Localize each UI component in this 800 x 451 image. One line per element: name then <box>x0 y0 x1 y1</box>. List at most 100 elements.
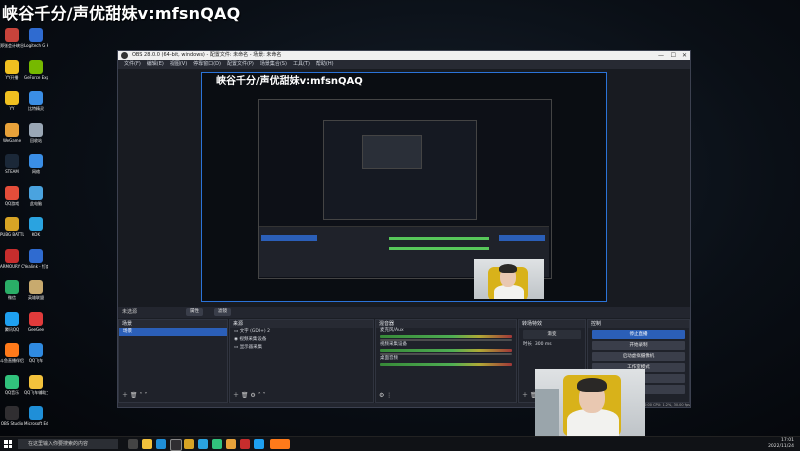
maximize-icon[interactable]: ☐ <box>671 51 676 60</box>
preview-overlay-title: 峡谷千分/声优甜妹v:mfsnQAQ <box>216 76 363 87</box>
app-taskbar-icon[interactable] <box>212 439 222 449</box>
app-icon <box>5 343 19 357</box>
volume-slider[interactable] <box>380 353 512 355</box>
nested-scene-selected <box>261 235 317 241</box>
nested-preview-3 <box>362 135 422 169</box>
volume-slider[interactable] <box>380 339 512 341</box>
app-icon <box>29 59 43 74</box>
menu-item[interactable]: 停靠窗口(D) <box>193 61 221 67</box>
desktop-icon-label: 腾讯QQ <box>4 326 20 332</box>
taskbar-search-box[interactable]: 在这里输入你要搜索的内容 <box>18 439 118 449</box>
system-clock[interactable]: 17:01 2022/11/24 <box>768 438 794 450</box>
app-icon <box>5 248 19 263</box>
menu-item[interactable]: 工具(T) <box>293 61 310 67</box>
nested-meter-1 <box>389 237 489 240</box>
audio-controls[interactable]: ⚙ ⋮ <box>379 392 392 399</box>
desktop-icon[interactable]: PUBG BATTLEGR... <box>0 217 24 237</box>
app-taskbar-icon[interactable] <box>184 439 194 449</box>
desktop-icon[interactable]: QQ音乐 <box>0 374 24 395</box>
app-icon <box>5 374 19 389</box>
scenes-dock: 场景 场景 ＋ 🗑 ˄ ˅ <box>118 319 228 403</box>
desktop-icon-label: WeGame <box>2 137 22 143</box>
task-view-icon[interactable] <box>128 439 138 449</box>
app-taskbar-icon[interactable] <box>226 439 236 449</box>
windows-start-icon[interactable] <box>4 440 12 448</box>
desktop-icon[interactable]: 郑张会计峡谷 <box>0 28 24 48</box>
audio-meter <box>380 363 512 366</box>
app-icon <box>29 217 43 231</box>
desktop-icon-label: YY <box>9 106 15 111</box>
desktop-icon[interactable]: 网络 <box>24 154 48 174</box>
app-icon <box>5 28 19 42</box>
duration-row: 时长 300 ms <box>523 342 552 347</box>
properties-button[interactable]: 属性 <box>186 308 203 316</box>
desktop-icon[interactable]: Microsoft Edge <box>24 406 48 426</box>
menu-item[interactable]: 视图(V) <box>170 61 187 67</box>
desktop-icon[interactable]: 英雄联盟 <box>24 280 48 300</box>
scenes-controls[interactable]: ＋ 🗑 ˄ ˅ <box>122 390 147 399</box>
desktop-icon[interactable]: WeGame <box>0 122 24 143</box>
audio-channel-name: 视频采集设备 <box>380 342 407 347</box>
obs-menubar: 文件(F) 编辑(E) 视图(V) 停靠窗口(D) 配置文件(P) 场景集合(S) 工具(T… <box>118 60 690 69</box>
obs-taskbar-icon[interactable] <box>170 439 182 451</box>
menu-item[interactable]: 场景集合(S) <box>260 61 287 67</box>
desktop-icon[interactable]: YY开播 <box>0 59 24 80</box>
desktop-icon[interactable]: Logitech G HUB <box>24 28 48 48</box>
obs-titlebar[interactable]: OBS 28.0.0 (64-bit, windows) - 配置文件: 未命名… <box>118 51 690 60</box>
file-explorer-icon[interactable] <box>142 439 152 449</box>
stop-streaming-button[interactable]: 停止直播 <box>592 330 685 339</box>
minimize-icon[interactable]: — <box>658 51 664 60</box>
desktop-icon[interactable]: Yealink - 钉度文化 <box>24 248 48 269</box>
obs-window[interactable]: OBS 28.0.0 (64-bit, windows) - 配置文件: 未命名… <box>117 50 691 408</box>
source-item[interactable]: ▭ 文字 (GDI+) 2 <box>230 328 373 336</box>
transition-type-select[interactable]: 渐变 <box>523 330 581 339</box>
desktop-icon[interactable]: QQ飞车 <box>24 343 48 363</box>
app-icon <box>29 122 43 137</box>
app-taskbar-icon[interactable] <box>198 439 208 449</box>
start-recording-button[interactable]: 开始录制 <box>592 341 685 350</box>
menu-item[interactable]: 帮助(H) <box>316 61 334 67</box>
desktop-icon-label: QQ游戏 <box>4 200 20 206</box>
desktop-icon[interactable]: QQ游戏 <box>0 185 24 206</box>
filters-button[interactable]: 滤镜 <box>214 308 231 316</box>
source-item[interactable]: ◉ 视频采集设备 <box>230 336 373 344</box>
app-icon <box>5 59 19 74</box>
menu-item[interactable]: 文件(F) <box>124 61 141 67</box>
desktop-icon[interactable]: YY <box>0 91 24 111</box>
desktop-icon[interactable]: 此电脑 <box>24 185 48 206</box>
sources-header: 来源 <box>230 320 373 328</box>
desktop-icon-label: QQ音乐 <box>4 389 20 395</box>
menu-item[interactable]: 配置文件(P) <box>227 61 254 67</box>
menu-item[interactable]: 编辑(E) <box>147 61 164 67</box>
desktop-icon[interactable]: 回收站 <box>24 122 48 143</box>
douyu-taskbar-icon[interactable] <box>270 439 290 449</box>
app-taskbar-icon[interactable] <box>240 439 250 449</box>
desktop-icon[interactable]: GeForce Experience <box>24 59 48 80</box>
close-icon[interactable]: ✕ <box>682 51 687 60</box>
duration-input[interactable]: 300 ms <box>535 342 552 347</box>
desktop-icon[interactable]: 腾讯QQ <box>0 311 24 332</box>
desktop-icon-label: OBS Studio <box>0 421 24 426</box>
desktop-icon[interactable]: KOK <box>24 217 48 237</box>
desktop-icon[interactable]: GeeGee <box>24 311 48 332</box>
app-taskbar-icon[interactable] <box>254 439 264 449</box>
desktop-icon[interactable]: 比特精灵 <box>24 91 48 111</box>
source-item[interactable]: ▭ 显示器采集 <box>230 344 373 352</box>
desktop-icon[interactable]: STEAM <box>0 154 24 174</box>
desktop-icon[interactable]: 斗鱼直播伴侣 <box>0 343 24 363</box>
edge-icon[interactable] <box>156 439 166 449</box>
app-icon <box>29 154 43 168</box>
sources-controls[interactable]: ＋ 🗑 ⚙ ˄ ˅ <box>233 390 266 399</box>
desktop-icon[interactable]: ARMOURY CRATE <box>0 248 24 269</box>
desktop-icon[interactable]: QQ飞车辅助工具 <box>24 374 48 395</box>
obs-preview-canvas[interactable]: 峡谷千分/声优甜妹v:mfsnQAQ <box>201 72 607 302</box>
desktop-icon-label: Microsoft Edge <box>24 421 48 426</box>
desktop-icon[interactable]: OBS Studio <box>0 406 24 426</box>
desktop-icon-label: 此电脑 <box>30 200 42 206</box>
desktop-icon[interactable]: 微信 <box>0 280 24 300</box>
app-icon <box>29 280 43 294</box>
desktop-icon-label: PUBG BATTLEGR... <box>0 232 24 237</box>
start-virtual-camera-button[interactable]: 启动虚拟摄像机 <box>592 352 685 361</box>
scene-item[interactable]: 场景 <box>119 328 227 336</box>
app-icon <box>29 406 43 420</box>
